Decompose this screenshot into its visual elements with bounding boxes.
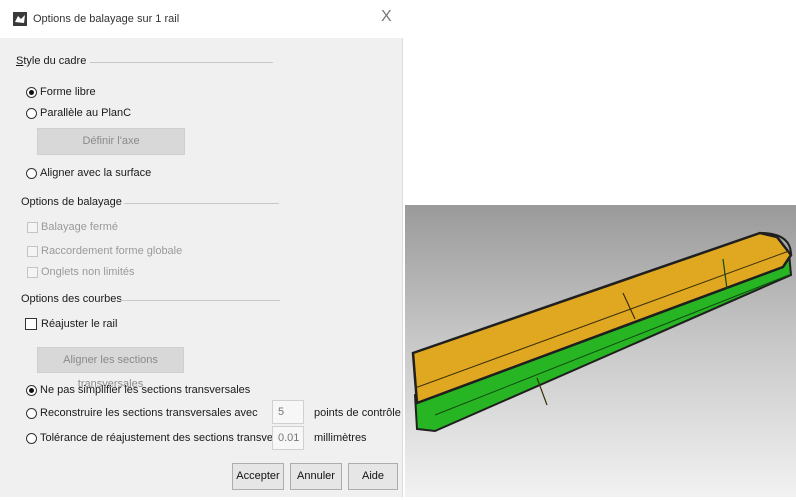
radio-refit-tolerance[interactable]: [26, 433, 37, 444]
radio-no-simplify-label: Ne pas simplifier les sections transvers…: [40, 384, 251, 396]
checkbox-untrimmed-miters[interactable]: [27, 267, 38, 278]
radio-free-form[interactable]: [26, 87, 37, 98]
rebuild-points-unit: points de contrôle: [314, 407, 401, 419]
refit-tolerance-unit: millimètres: [314, 432, 367, 444]
refit-tolerance-input[interactable]: 0.01: [272, 426, 304, 450]
help-button[interactable]: Aide: [348, 463, 398, 490]
section-divider: [90, 62, 273, 63]
iso-line: [414, 250, 790, 389]
dialog-title: Options de balayage sur 1 rail: [33, 13, 180, 25]
checkbox-global-blend-label: Raccordement forme globale: [41, 245, 183, 257]
radio-refit-tolerance-label: Tolérance de réajustement des sections t…: [40, 432, 303, 444]
radio-rebuild-label: Reconstruire les sections transversales …: [40, 407, 258, 419]
checkbox-untrimmed-miters-label: Onglets non limités: [41, 266, 135, 278]
align-sections-button[interactable]: Aligner les sections transversales: [37, 347, 184, 390]
sweep-dialog: Options de balayage sur 1 rail X Style d…: [0, 0, 403, 497]
preview-viewport: [405, 205, 796, 497]
cancel-button[interactable]: Annuler: [290, 463, 342, 490]
radio-parallel-cplane-label: Parallèle au PlanC: [40, 107, 132, 119]
radio-align-surface[interactable]: [26, 168, 37, 179]
curve-options-heading: Options des courbes: [21, 293, 122, 305]
checkbox-closed-sweep[interactable]: [27, 222, 38, 233]
swept-surface-preview: [411, 231, 793, 433]
frame-style-heading: Style du cadre: [16, 55, 87, 67]
checkbox-refit-rail-label: Réajuster le rail: [41, 318, 118, 330]
section-divider: [120, 300, 280, 301]
section-divider: [124, 203, 279, 204]
radio-rebuild[interactable]: [26, 408, 37, 419]
checkbox-refit-rail[interactable]: [25, 318, 37, 330]
checkbox-closed-sweep-label: Balayage fermé: [41, 221, 119, 233]
rebuild-points-input[interactable]: 5: [272, 400, 304, 424]
orange-top-face: [411, 231, 793, 405]
radio-free-form-label: Forme libre: [40, 86, 96, 98]
define-axis-button[interactable]: Définir l'axe: [37, 128, 185, 155]
checkbox-global-blend[interactable]: [27, 246, 38, 257]
accept-button[interactable]: Accepter: [232, 463, 284, 490]
radio-align-surface-label: Aligner avec la surface: [40, 167, 152, 179]
rhino-app-icon: [13, 12, 27, 26]
close-icon[interactable]: X: [381, 8, 392, 26]
sweep-options-heading: Options de balayage: [21, 196, 122, 208]
radio-no-simplify[interactable]: [26, 385, 37, 396]
title-bar: Options de balayage sur 1 rail X: [0, 0, 403, 38]
radio-parallel-cplane[interactable]: [26, 108, 37, 119]
